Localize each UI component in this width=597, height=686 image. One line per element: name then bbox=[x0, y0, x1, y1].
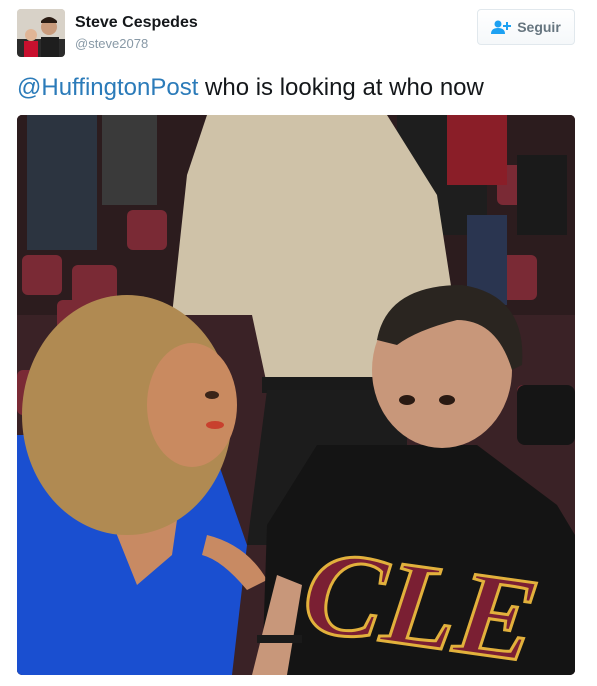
photo-illustration: CLE bbox=[17, 115, 575, 675]
add-user-icon bbox=[491, 20, 512, 34]
mention-link[interactable]: @HuffingtonPost bbox=[17, 74, 198, 101]
profile-photo bbox=[17, 9, 65, 57]
tweet-text: @HuffingtonPost who is looking at who no… bbox=[17, 72, 484, 104]
avatar[interactable] bbox=[17, 9, 65, 57]
tweet-body: who is looking at who now bbox=[198, 74, 484, 101]
user-display-name[interactable]: Steve Cespedes bbox=[75, 14, 198, 32]
follow-button-label: Seguir bbox=[517, 19, 561, 35]
user-handle[interactable]: @steve2078 bbox=[75, 36, 148, 51]
tweet-photo[interactable]: CLE bbox=[17, 115, 575, 675]
follow-button[interactable]: Seguir bbox=[477, 9, 575, 45]
